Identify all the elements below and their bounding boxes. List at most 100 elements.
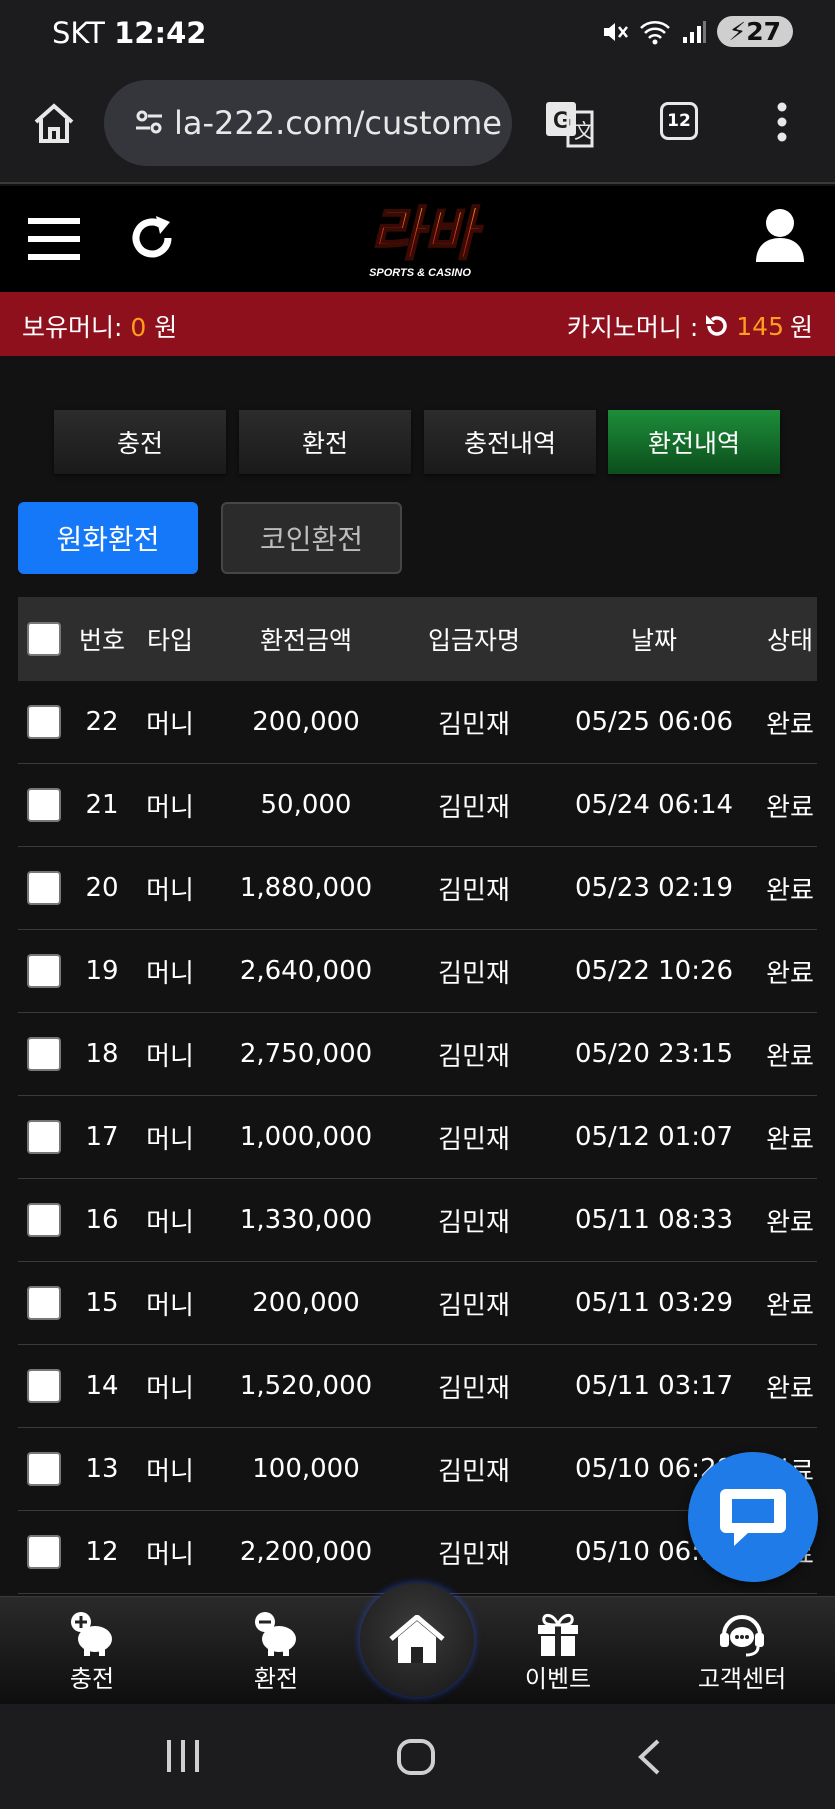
row-type: 머니	[146, 875, 194, 906]
back-icon[interactable]	[636, 1738, 662, 1776]
row-checkbox-cell	[24, 847, 64, 929]
more-menu-icon[interactable]	[776, 102, 788, 142]
clock: 12:42	[114, 16, 207, 50]
row-checkbox[interactable]	[27, 954, 61, 988]
row-date: 05/12 01:07	[574, 1122, 734, 1152]
row-amount: 200,000	[252, 1288, 360, 1318]
tab-deposit-history[interactable]: 충전내역	[424, 410, 596, 474]
row-date: 05/22 10:26	[574, 956, 734, 986]
row-checkbox[interactable]	[27, 1452, 61, 1486]
row-checkbox-cell	[24, 1096, 64, 1178]
row-checkbox[interactable]	[27, 1369, 61, 1403]
svg-text:SPORTS & CASINO: SPORTS & CASINO	[369, 267, 471, 279]
table-row: 18 머니 2,750,000 김민재 05/20 23:15 완료	[18, 1013, 817, 1096]
tab-count: 12	[667, 111, 691, 131]
table-row: 16 머니 1,330,000 김민재 05/11 08:33 완료	[18, 1179, 817, 1262]
status-icons: ⚡27	[601, 16, 793, 47]
row-checkbox[interactable]	[27, 1535, 61, 1569]
row-checkbox-cell	[24, 1511, 64, 1593]
holding-value: 0	[130, 313, 147, 342]
nav-deposit[interactable]: 충전	[32, 1611, 152, 1694]
home-icon	[389, 1615, 445, 1663]
row-amount: 1,330,000	[239, 1205, 373, 1235]
table-row: 14 머니 1,520,000 김민재 05/11 03:17 완료	[18, 1345, 817, 1428]
withdraw-pig-icon	[255, 1612, 296, 1656]
system-home-icon[interactable]	[396, 1738, 436, 1776]
nav-event[interactable]: 이벤트	[498, 1611, 618, 1694]
row-checkbox[interactable]	[27, 1286, 61, 1320]
select-all-checkbox[interactable]	[27, 622, 61, 656]
table-row: 17 머니 1,000,000 김민재 05/12 01:07 완료	[18, 1096, 817, 1179]
address-bar[interactable]: la-222.com/custome	[104, 80, 512, 166]
gift-icon	[538, 1614, 578, 1656]
row-amount: 1,880,000	[239, 873, 373, 903]
tab-withdraw[interactable]: 환전	[239, 410, 411, 474]
row-status: 완료	[766, 958, 814, 989]
user-icon[interactable]	[754, 208, 806, 264]
deposit-pig-icon	[71, 1612, 112, 1656]
row-checkbox[interactable]	[27, 705, 61, 739]
row-date: 05/23 02:19	[574, 873, 734, 903]
krw-withdraw-button[interactable]: 원화환전	[18, 502, 198, 574]
row-checkbox-cell	[24, 930, 64, 1012]
row-date: 05/20 23:15	[574, 1039, 734, 1069]
row-type: 머니	[146, 1124, 194, 1155]
row-checkbox[interactable]	[27, 1203, 61, 1237]
site-logo[interactable]: 라바 SPORTS & CASINO	[340, 196, 506, 282]
row-type: 머니	[146, 1456, 194, 1487]
battery-indicator: ⚡27	[716, 16, 793, 47]
row-name: 김민재	[438, 1041, 510, 1072]
tabs-icon[interactable]: 12	[660, 102, 698, 140]
row-type: 머니	[146, 1290, 194, 1321]
translate-icon[interactable]: G文	[544, 100, 596, 148]
casino-unit: 원	[789, 313, 813, 342]
svg-text:라바: 라바	[370, 200, 483, 268]
row-date: 05/11 03:29	[574, 1288, 734, 1318]
row-status: 완료	[766, 875, 814, 906]
nav-home-button[interactable]	[360, 1583, 474, 1697]
row-no: 16	[85, 1205, 119, 1235]
row-type: 머니	[146, 958, 194, 989]
row-type: 머니	[146, 1207, 194, 1238]
row-no: 14	[85, 1371, 119, 1401]
recent-apps-icon[interactable]	[164, 1738, 202, 1774]
tab-deposit[interactable]: 충전	[54, 410, 226, 474]
row-status: 완료	[766, 1124, 814, 1155]
nav-support[interactable]: 고객센터	[682, 1611, 802, 1694]
tab-withdraw-history[interactable]: 환전내역	[608, 410, 780, 474]
header-no: 번호	[78, 626, 125, 655]
row-checkbox[interactable]	[27, 788, 61, 822]
home-icon[interactable]	[30, 100, 78, 148]
table-row: 19 머니 2,640,000 김민재 05/22 10:26 완료	[18, 930, 817, 1013]
row-date: 05/25 06:06	[574, 707, 734, 737]
refresh-icon[interactable]	[704, 313, 730, 339]
row-date: 05/11 08:33	[574, 1205, 734, 1235]
nav-withdraw-label: 환전	[253, 1665, 299, 1693]
url-text[interactable]: la-222.com/custome	[174, 104, 502, 142]
chat-button[interactable]	[688, 1452, 818, 1582]
reload-icon[interactable]	[128, 212, 176, 264]
bottom-nav: 충전 환전 이벤트 고객센터	[0, 1583, 835, 1704]
row-checkbox-cell	[24, 681, 64, 763]
signal-icon	[682, 20, 706, 43]
support-headset-icon	[720, 1615, 764, 1657]
money-bar: 보유머니: 0 원 카지노머니 : 145 원	[0, 292, 835, 356]
row-name: 김민재	[438, 1207, 510, 1238]
row-checkbox[interactable]	[27, 871, 61, 905]
row-type: 머니	[146, 1539, 194, 1570]
coin-withdraw-button[interactable]: 코인환전	[221, 502, 402, 574]
row-amount: 50,000	[260, 790, 352, 820]
url-settings-icon[interactable]	[134, 108, 164, 136]
row-checkbox[interactable]	[27, 1120, 61, 1154]
row-no: 18	[85, 1039, 119, 1069]
header-date: 날짜	[630, 626, 677, 655]
holding-label: 보유머니:	[22, 313, 123, 342]
row-no: 21	[85, 790, 119, 820]
row-status: 완료	[766, 1290, 814, 1321]
row-checkbox[interactable]	[27, 1037, 61, 1071]
row-amount: 1,520,000	[239, 1371, 373, 1401]
row-amount: 2,640,000	[239, 956, 373, 986]
row-name: 김민재	[438, 875, 510, 906]
nav-withdraw[interactable]: 환전	[216, 1611, 336, 1694]
hamburger-menu-icon[interactable]	[28, 216, 80, 262]
